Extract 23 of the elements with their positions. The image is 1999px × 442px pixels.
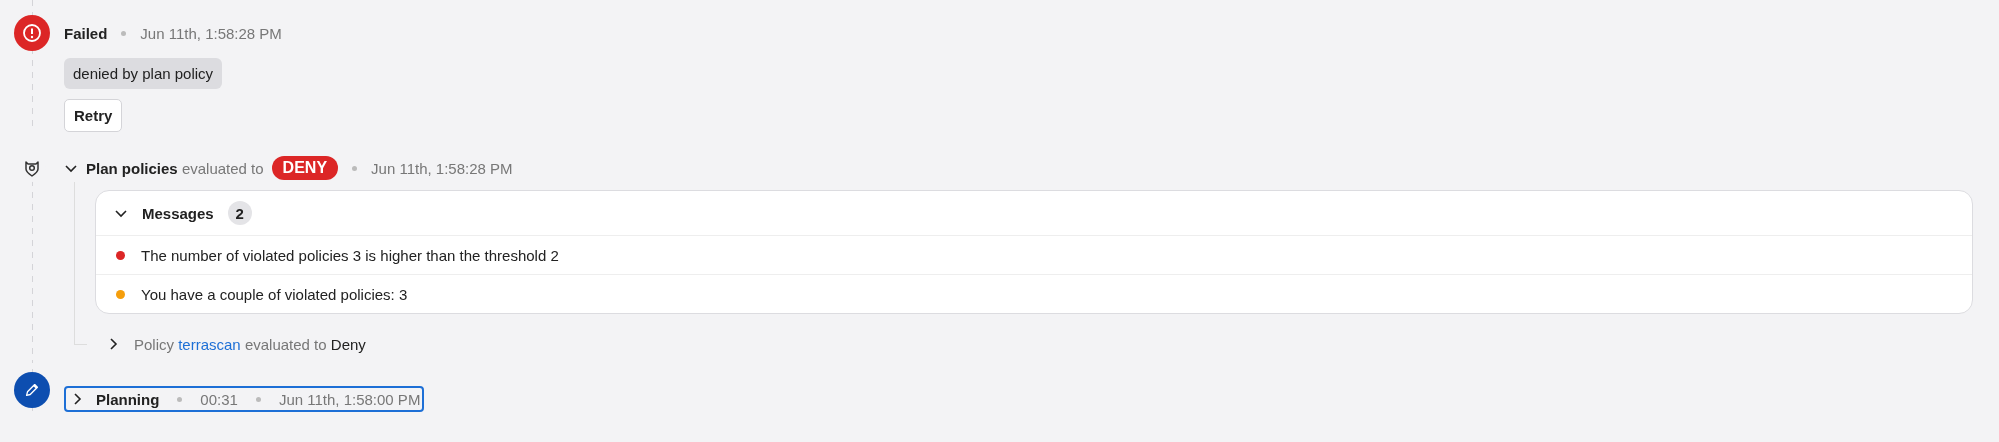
policy-link[interactable]: terrascan <box>178 335 241 353</box>
separator-dot <box>352 165 358 171</box>
message-text: You have a couple of violated policies: 3 <box>141 285 408 303</box>
message-text: The number of violated policies 3 is higher than the threshold 2 <box>141 246 559 264</box>
policy-title: Plan policies evaluated to <box>86 159 264 177</box>
duration: 00:31 <box>200 390 238 408</box>
pencil-icon <box>14 372 50 408</box>
messages-title: Messages <box>142 204 214 222</box>
separator-dot <box>121 30 127 36</box>
retry-button[interactable]: Retry <box>64 99 123 132</box>
policy-result: Policy terrascan evaluated to Deny <box>134 335 366 353</box>
count-badge: 2 <box>227 201 252 225</box>
error-icon <box>14 15 50 51</box>
deny-badge: DENY <box>271 156 339 180</box>
reason-tag: denied by plan policy <box>64 58 223 89</box>
timestamp: Jun 11th, 1:58:00 PM <box>278 390 421 408</box>
timestamp: Jun 11th, 1:58:28 PM <box>140 24 282 42</box>
separator-dot <box>177 396 183 402</box>
status-label: Failed <box>64 24 108 42</box>
timestamp: Jun 11th, 1:58:28 PM <box>371 159 513 177</box>
separator-dot <box>255 396 261 402</box>
planning-row[interactable]: Planning 00:31 Jun 11th, 1:58:00 PM <box>64 386 425 412</box>
planning-title: Planning <box>96 390 160 408</box>
